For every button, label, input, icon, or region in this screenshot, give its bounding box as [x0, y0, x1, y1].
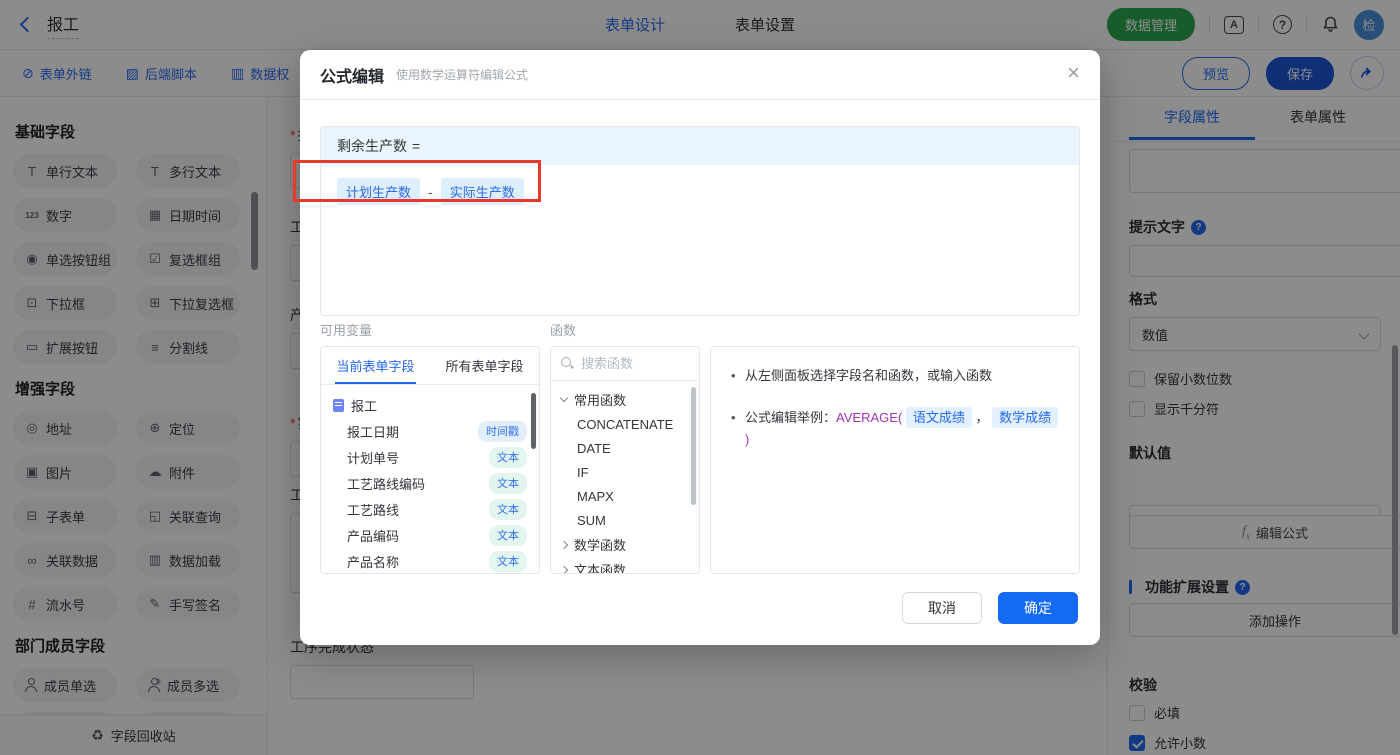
chevron-right-icon — [559, 565, 569, 573]
tip-line-2: 公式编辑举例：AVERAGE( 语文成绩 ， 数学成绩 ) — [729, 407, 1061, 451]
formula-chip-actual[interactable]: 实际生产数 — [440, 178, 524, 205]
type-tag: 文本 — [489, 446, 527, 468]
variable-row[interactable]: 工艺路线编码 文本 — [321, 470, 539, 496]
variables-list: 报工 报工日期 时间戳 计划单号 文本 工艺路线编码 文本 工艺路线 文本 产品编码 文本… — [321, 385, 539, 573]
functions-section-label: 函数 — [550, 323, 577, 338]
formula-equals: = — [412, 138, 421, 154]
formula-chip-planned[interactable]: 计划生产数 — [337, 178, 421, 205]
search-icon — [561, 357, 574, 370]
function-item[interactable]: IF — [551, 460, 699, 484]
formula-edit-modal: 公式编辑 使用数学运算符编辑公式 × 剩余生产数 = 计划生产数 - 实际生产数… — [300, 50, 1100, 645]
variable-row[interactable]: 报工日期 时间戳 — [321, 418, 539, 444]
variable-row[interactable]: 产品编码 文本 — [321, 522, 539, 548]
formula-target-strip: 剩余生产数 = — [321, 127, 1079, 165]
minus-operator: - — [428, 183, 433, 200]
modal-subtitle: 使用数学运算符编辑公式 — [396, 68, 529, 82]
variable-row[interactable]: 产品名称 文本 — [321, 548, 539, 573]
tab-current-form-fields[interactable]: 当前表单字段 — [321, 347, 430, 384]
function-tree: 常用函数 CONCATENATE DATE IF MAPX SUM 数学函数 文… — [551, 381, 699, 573]
type-tag: 文本 — [489, 524, 527, 546]
tab-all-form-fields[interactable]: 所有表单字段 — [430, 347, 539, 384]
example-comma: ， — [975, 410, 989, 425]
root-label: 报工 — [351, 398, 378, 414]
modal-title: 公式编辑 — [320, 68, 385, 86]
type-tag: 文本 — [489, 498, 527, 520]
example-function-open: AVERAGE( — [836, 410, 903, 425]
function-group-math[interactable]: 数学函数 — [551, 532, 699, 557]
variable-row[interactable]: 工艺路线 文本 — [321, 496, 539, 522]
chevron-right-icon — [559, 540, 569, 549]
function-search[interactable] — [551, 347, 699, 381]
type-tag: 时间戳 — [478, 420, 527, 442]
modal-header: 公式编辑 使用数学运算符编辑公式 × — [300, 50, 1100, 100]
type-tag: 文本 — [489, 550, 527, 572]
function-search-input[interactable] — [581, 356, 689, 371]
functions-panel: 常用函数 CONCATENATE DATE IF MAPX SUM 数学函数 文… — [550, 346, 700, 574]
functions-scrollbar[interactable] — [691, 387, 696, 505]
variables-section-label: 可用变量 — [320, 323, 373, 338]
function-group-text[interactable]: 文本函数 — [551, 557, 699, 573]
tip-prefix: 公式编辑举例： — [745, 410, 837, 425]
cancel-button[interactable]: 取消 — [902, 592, 982, 624]
variables-panel: 当前表单字段 所有表单字段 报工 报工日期 时间戳 计划单号 文本 工艺路线编码 文本… — [320, 346, 540, 574]
function-item[interactable]: DATE — [551, 436, 699, 460]
example-function-close: ) — [745, 432, 750, 447]
variable-row[interactable]: 计划单号 文本 — [321, 444, 539, 470]
confirm-button[interactable]: 确定 — [998, 592, 1078, 624]
app-root: 报工 表单设计 表单设置 数据管理 A ? 检 ⊘ 表单外链 ▨ 后端脚本 ▥ … — [0, 0, 1400, 755]
form-doc-icon — [333, 398, 344, 412]
type-tag: 文本 — [489, 472, 527, 494]
example-chip-math-score: 数学成绩 — [992, 407, 1059, 428]
function-item[interactable]: SUM — [551, 508, 699, 532]
formula-target: 剩余生产数 — [337, 138, 407, 154]
example-chip-chinese-score: 语文成绩 — [905, 407, 972, 428]
tips-panel: 从左侧面板选择字段名和函数，或输入函数 公式编辑举例：AVERAGE( 语文成绩… — [710, 346, 1080, 574]
function-item[interactable]: CONCATENATE — [551, 412, 699, 436]
tip-line-1: 从左侧面板选择字段名和函数，或输入函数 — [729, 365, 1061, 387]
formula-expression: 计划生产数 - 实际生产数 — [321, 165, 1079, 218]
close-icon[interactable]: × — [1067, 62, 1080, 84]
function-item[interactable]: MAPX — [551, 484, 699, 508]
formula-editor[interactable]: 剩余生产数 = 计划生产数 - 实际生产数 — [320, 126, 1080, 316]
function-group-common[interactable]: 常用函数 — [551, 387, 699, 412]
chevron-down-icon — [559, 393, 569, 403]
variables-root-node[interactable]: 报工 — [321, 392, 539, 418]
variables-scrollbar[interactable] — [531, 393, 536, 449]
